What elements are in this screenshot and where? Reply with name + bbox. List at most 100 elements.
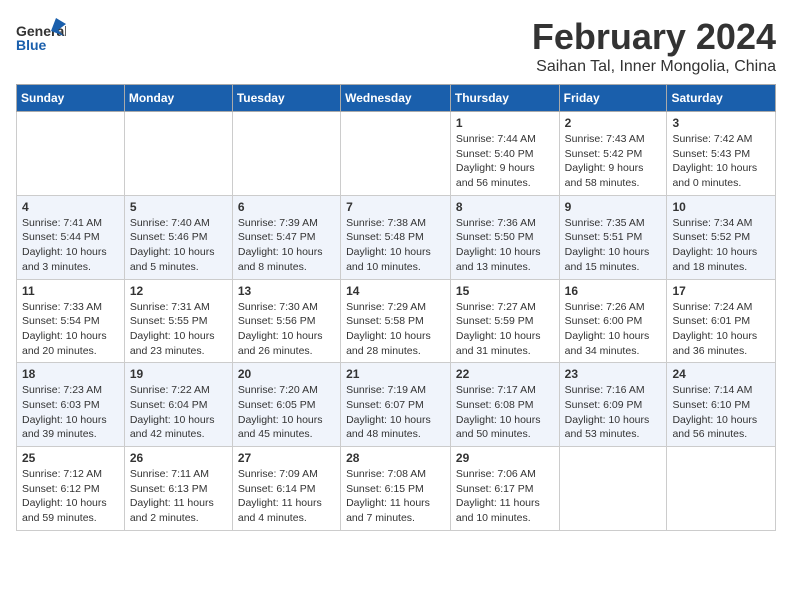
- cell-text: Daylight: 11 hours and 2 minutes.: [130, 496, 227, 525]
- day-number: 7: [346, 200, 445, 214]
- cell-text: Sunset: 5:43 PM: [672, 147, 770, 162]
- calendar-cell: 10Sunrise: 7:34 AMSunset: 5:52 PMDayligh…: [667, 195, 776, 279]
- cell-text: Sunset: 5:46 PM: [130, 230, 227, 245]
- calendar-cell: 15Sunrise: 7:27 AMSunset: 5:59 PMDayligh…: [450, 279, 559, 363]
- day-number: 14: [346, 284, 445, 298]
- week-row-5: 25 Sunrise: 7:12 AMSunset: 6:12 PM Dayligh…: [17, 447, 776, 531]
- cell-text: Sunset: 5:59 PM: [456, 314, 554, 329]
- cell-text: Daylight: 10 hours and 5 minutes.: [130, 245, 227, 274]
- location: Saihan Tal, Inner Mongolia, China: [532, 58, 776, 76]
- cell-text: Daylight: 10 hours and 45 minutes.: [238, 413, 335, 442]
- day-number: 16: [565, 284, 662, 298]
- day-number: 9: [565, 200, 662, 214]
- cell-text: Sunset: 6:17 PM: [456, 482, 554, 497]
- day-number: 13: [238, 284, 335, 298]
- cell-text: Sunrise: 7:35 AM: [565, 216, 662, 231]
- cell-text: Sunrise: 7:41 AM: [22, 216, 119, 231]
- cell-text: Sunset: 6:00 PM: [565, 314, 662, 329]
- week-row-1: 1Sunrise: 7:44 AMSunset: 5:40 PMDaylight…: [17, 112, 776, 196]
- cell-text: Sunset: 5:50 PM: [456, 230, 554, 245]
- cell-text: Daylight: 10 hours and 42 minutes.: [130, 413, 227, 442]
- cell-text: Sunset: 5:52 PM: [672, 230, 770, 245]
- calendar-cell: 19Sunrise: 7:22 AMSunset: 6:04 PMDayligh…: [124, 363, 232, 447]
- cell-text: Sunset: 6:05 PM: [238, 398, 335, 413]
- day-header-tuesday: Tuesday: [232, 85, 340, 112]
- cell-text: Sunrise: 7:23 AM: [22, 383, 119, 398]
- cell-text: Sunset: 6:12 PM: [22, 482, 119, 497]
- day-number: 15: [456, 284, 554, 298]
- cell-text: Daylight: 10 hours and 0 minutes.: [672, 161, 770, 190]
- cell-text: Sunrise: 7:40 AM: [130, 216, 227, 231]
- calendar-cell: 24Sunrise: 7:14 AMSunset: 6:10 PMDayligh…: [667, 363, 776, 447]
- day-number: 5: [130, 200, 227, 214]
- calendar-cell: [341, 112, 451, 196]
- cell-text: Sunrise: 7:20 AM: [238, 383, 335, 398]
- calendar-cell: 7Sunrise: 7:38 AMSunset: 5:48 PMDaylight…: [341, 195, 451, 279]
- calendar-body: 1Sunrise: 7:44 AMSunset: 5:40 PMDaylight…: [17, 112, 776, 531]
- calendar-cell: 22Sunrise: 7:17 AMSunset: 6:08 PMDayligh…: [450, 363, 559, 447]
- cell-text: Daylight: 11 hours and 4 minutes.: [238, 496, 335, 525]
- cell-text: Sunrise: 7:12 AM: [22, 467, 119, 482]
- day-number: 10: [672, 200, 770, 214]
- calendar-cell: [124, 112, 232, 196]
- day-number: 12: [130, 284, 227, 298]
- cell-text: Daylight: 9 hours and 56 minutes.: [456, 161, 554, 190]
- cell-text: Sunrise: 7:14 AM: [672, 383, 770, 398]
- cell-text: Sunrise: 7:08 AM: [346, 467, 445, 482]
- cell-text: Sunrise: 7:39 AM: [238, 216, 335, 231]
- cell-text: Daylight: 10 hours and 18 minutes.: [672, 245, 770, 274]
- cell-text: Daylight: 10 hours and 3 minutes.: [22, 245, 119, 274]
- cell-text: Daylight: 11 hours and 7 minutes.: [346, 496, 445, 525]
- cell-text: Sunset: 6:01 PM: [672, 314, 770, 329]
- cell-text: Sunrise: 7:26 AM: [565, 300, 662, 315]
- cell-text: Sunrise: 7:06 AM: [456, 467, 554, 482]
- cell-text: Daylight: 10 hours and 28 minutes.: [346, 329, 445, 358]
- cell-text: Daylight: 11 hours and 10 minutes.: [456, 496, 554, 525]
- day-number: 19: [130, 367, 227, 381]
- calendar-cell: [667, 447, 776, 531]
- cell-text: Sunset: 5:51 PM: [565, 230, 662, 245]
- day-header-monday: Monday: [124, 85, 232, 112]
- day-number: 25: [22, 451, 119, 465]
- cell-text: Sunrise: 7:09 AM: [238, 467, 335, 482]
- calendar-cell: 28Sunrise: 7:08 AMSunset: 6:15 PMDayligh…: [341, 447, 451, 531]
- calendar-cell: 29Sunrise: 7:06 AMSunset: 6:17 PMDayligh…: [450, 447, 559, 531]
- logo-icon: General Blue: [16, 16, 66, 66]
- cell-text: Sunrise: 7:42 AM: [672, 132, 770, 147]
- calendar-cell: 9Sunrise: 7:35 AMSunset: 5:51 PMDaylight…: [559, 195, 667, 279]
- calendar-cell: 18Sunrise: 7:23 AMSunset: 6:03 PMDayligh…: [17, 363, 125, 447]
- cell-text: Sunset: 6:14 PM: [238, 482, 335, 497]
- calendar-cell: 2Sunrise: 7:43 AMSunset: 5:42 PMDaylight…: [559, 112, 667, 196]
- calendar-cell: 11Sunrise: 7:33 AMSunset: 5:54 PMDayligh…: [17, 279, 125, 363]
- day-number: 8: [456, 200, 554, 214]
- cell-text: Daylight: 10 hours and 31 minutes.: [456, 329, 554, 358]
- cell-text: Daylight: 10 hours and 8 minutes.: [238, 245, 335, 274]
- day-number: 27: [238, 451, 335, 465]
- calendar-cell: 3Sunrise: 7:42 AMSunset: 5:43 PMDaylight…: [667, 112, 776, 196]
- page-header: General Blue February 2024 Saihan Tal, I…: [16, 16, 776, 76]
- day-number: 21: [346, 367, 445, 381]
- week-row-4: 18Sunrise: 7:23 AMSunset: 6:03 PMDayligh…: [17, 363, 776, 447]
- month-title: February 2024: [532, 16, 776, 58]
- cell-text: Sunrise: 7:31 AM: [130, 300, 227, 315]
- day-number: 18: [22, 367, 119, 381]
- calendar-cell: 26Sunrise: 7:11 AMSunset: 6:13 PMDayligh…: [124, 447, 232, 531]
- calendar-cell: [559, 447, 667, 531]
- day-number: 11: [22, 284, 119, 298]
- cell-text: Daylight: 10 hours and 48 minutes.: [346, 413, 445, 442]
- day-number: 1: [456, 116, 554, 130]
- week-row-2: 4Sunrise: 7:41 AMSunset: 5:44 PMDaylight…: [17, 195, 776, 279]
- calendar-cell: 14Sunrise: 7:29 AMSunset: 5:58 PMDayligh…: [341, 279, 451, 363]
- calendar-cell: [17, 112, 125, 196]
- cell-text: Sunset: 5:47 PM: [238, 230, 335, 245]
- cell-text: Sunrise: 7:17 AM: [456, 383, 554, 398]
- cell-text: Sunrise: 7:29 AM: [346, 300, 445, 315]
- cell-text: Daylight: 10 hours and 53 minutes.: [565, 413, 662, 442]
- cell-text: Sunset: 6:08 PM: [456, 398, 554, 413]
- cell-text: Sunrise: 7:30 AM: [238, 300, 335, 315]
- day-header-sunday: Sunday: [17, 85, 125, 112]
- calendar-cell: 6Sunrise: 7:39 AMSunset: 5:47 PMDaylight…: [232, 195, 340, 279]
- cell-text: Sunset: 5:56 PM: [238, 314, 335, 329]
- day-number: 28: [346, 451, 445, 465]
- day-header-thursday: Thursday: [450, 85, 559, 112]
